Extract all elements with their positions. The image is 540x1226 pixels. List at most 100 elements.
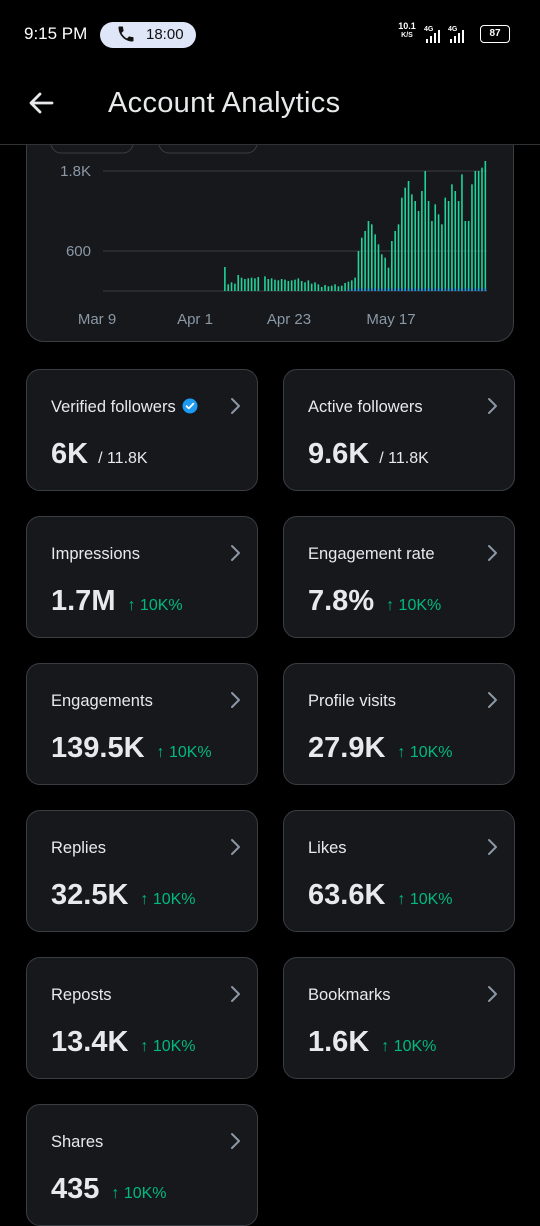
chart-bar — [224, 267, 226, 291]
stat-value: 63.6K — [308, 879, 386, 911]
stat-value: 6K — [51, 438, 89, 470]
speed-value: 10.1 — [398, 21, 416, 31]
chart-bar — [411, 194, 413, 291]
chart-bar-secondary — [397, 288, 400, 291]
stat-value: 139.5K — [51, 732, 145, 764]
stat-card-shares[interactable]: Shares 435 ↑ 10K% — [26, 1104, 258, 1226]
speed-unit: K/S — [401, 32, 413, 39]
stat-card-bookmarks[interactable]: Bookmarks 1.6K ↑ 10K% — [283, 957, 515, 1079]
chart-bar — [280, 279, 283, 291]
chart-bar — [360, 237, 363, 291]
stat-label-text: Engagements — [51, 692, 153, 710]
svg-text:4G: 4G — [448, 26, 458, 33]
chart-bar — [381, 254, 383, 291]
stat-change: ↑ 10K% — [386, 597, 442, 614]
chart-bar-secondary — [347, 289, 350, 291]
chart-bar — [414, 201, 417, 291]
chart-bar — [227, 284, 230, 291]
stat-card-replies[interactable]: Replies 32.5K ↑ 10K% — [26, 810, 258, 932]
stat-card-reposts[interactable]: Reposts 13.4K ↑ 10K% — [26, 957, 258, 1079]
chart-bar — [427, 201, 430, 291]
stat-label: Replies — [51, 839, 106, 858]
chart-bar — [447, 201, 450, 291]
chart-bar — [337, 286, 340, 291]
chart-bar — [254, 278, 256, 291]
stat-label: Impressions — [51, 545, 140, 564]
chart-bar — [264, 276, 266, 291]
chart-bar — [317, 284, 320, 291]
chart-bar — [247, 278, 250, 291]
stat-card-likes[interactable]: Likes 63.6K ↑ 10K% — [283, 810, 515, 932]
stat-label: Shares — [51, 1133, 103, 1152]
x-tick-label: Apr 1 — [177, 311, 213, 328]
stat-card-impressions[interactable]: Impressions 1.7M ↑ 10K% — [26, 516, 258, 638]
chevron-right-icon — [488, 398, 497, 414]
stat-value: 435 — [51, 1173, 100, 1205]
chart-bar-secondary — [371, 288, 373, 291]
stat-change: ↑ 10K% — [111, 1185, 167, 1202]
chart-bar-secondary — [484, 288, 487, 291]
stat-label-text: Impressions — [51, 545, 140, 563]
stat-card-engagement-rate[interactable]: Engagement rate 7.8% ↑ 10K% — [283, 516, 515, 638]
chevron-right-icon — [231, 545, 240, 561]
chart-bar-secondary — [474, 288, 477, 291]
chart-bar — [387, 267, 390, 291]
stat-change: ↑ 10K% — [156, 744, 212, 761]
chart-bar — [237, 275, 240, 291]
chart-bar-secondary — [427, 288, 430, 291]
chart-bar — [357, 251, 360, 291]
chart-bar-secondary — [350, 289, 353, 291]
ongoing-call-chip[interactable]: 18:00 — [100, 22, 196, 48]
chart-bar-secondary — [481, 288, 483, 291]
stat-card-engagements[interactable]: Engagements 139.5K ↑ 10K% — [26, 663, 258, 785]
stat-label-text: Profile visits — [308, 692, 397, 710]
chart-bar-secondary — [394, 288, 396, 291]
x-tick-label: Mar 9 — [78, 311, 116, 328]
chart-bar-secondary — [354, 288, 356, 291]
x-tick-label: May 17 — [366, 311, 415, 328]
stat-card-active-followers[interactable]: Active followers 9.6K / 11.8K — [283, 369, 515, 491]
stat-value-row: 435 ↑ 10K% — [51, 1173, 167, 1206]
chart-bar-secondary — [401, 288, 403, 291]
stat-value-row: 63.6K ↑ 10K% — [308, 879, 453, 912]
chart-bar-secondary — [477, 288, 480, 291]
chart-bar-secondary — [374, 288, 376, 291]
stat-value-row: 1.6K ↑ 10K% — [308, 1026, 436, 1059]
chart-bar — [294, 279, 296, 291]
chart-bar — [347, 281, 350, 291]
chart-bar — [344, 283, 346, 291]
chart-bar — [394, 231, 396, 291]
stat-value-row: 139.5K ↑ 10K% — [51, 732, 212, 765]
chart-bar — [230, 282, 233, 291]
chart-bar — [334, 284, 336, 291]
chart-bar-secondary — [411, 288, 413, 291]
chevron-right-icon — [488, 839, 497, 855]
chart-bar — [364, 231, 366, 291]
stat-value-row: 32.5K ↑ 10K% — [51, 879, 196, 912]
chart-bar-secondary — [467, 288, 470, 291]
chart-bar-secondary — [447, 288, 450, 291]
chart-bar-secondary — [417, 288, 420, 291]
chart-bar-secondary — [367, 288, 370, 291]
chart-bar — [324, 285, 326, 291]
chart-bar — [367, 221, 370, 291]
stat-card-profile-visits[interactable]: Profile visits 27.9K ↑ 10K% — [283, 663, 515, 785]
back-arrow-icon[interactable] — [26, 88, 56, 118]
network-speed: 10.1 K/S — [396, 22, 418, 40]
stat-change: ↑ 10K% — [127, 597, 183, 614]
stat-card-verified-followers[interactable]: Verified followers 6K / 11.8K — [26, 369, 258, 491]
stat-label-text: Reposts — [51, 986, 112, 1004]
stat-change: ↑ 10K% — [140, 891, 196, 908]
stat-label-text: Replies — [51, 839, 107, 857]
chart-bar — [327, 286, 330, 291]
y-tick-label: 1.8K — [60, 163, 91, 180]
chart-bar-secondary — [414, 288, 417, 291]
chart-bar — [481, 167, 483, 291]
stat-change: ↑ 10K% — [140, 1038, 196, 1055]
stat-value: 13.4K — [51, 1026, 129, 1058]
chart-bar — [257, 277, 260, 291]
stat-label: Reposts — [51, 986, 112, 1005]
stat-label: Profile visits — [308, 692, 396, 711]
stat-label-text: Verified followers — [51, 398, 176, 416]
chart-bar — [397, 224, 400, 291]
